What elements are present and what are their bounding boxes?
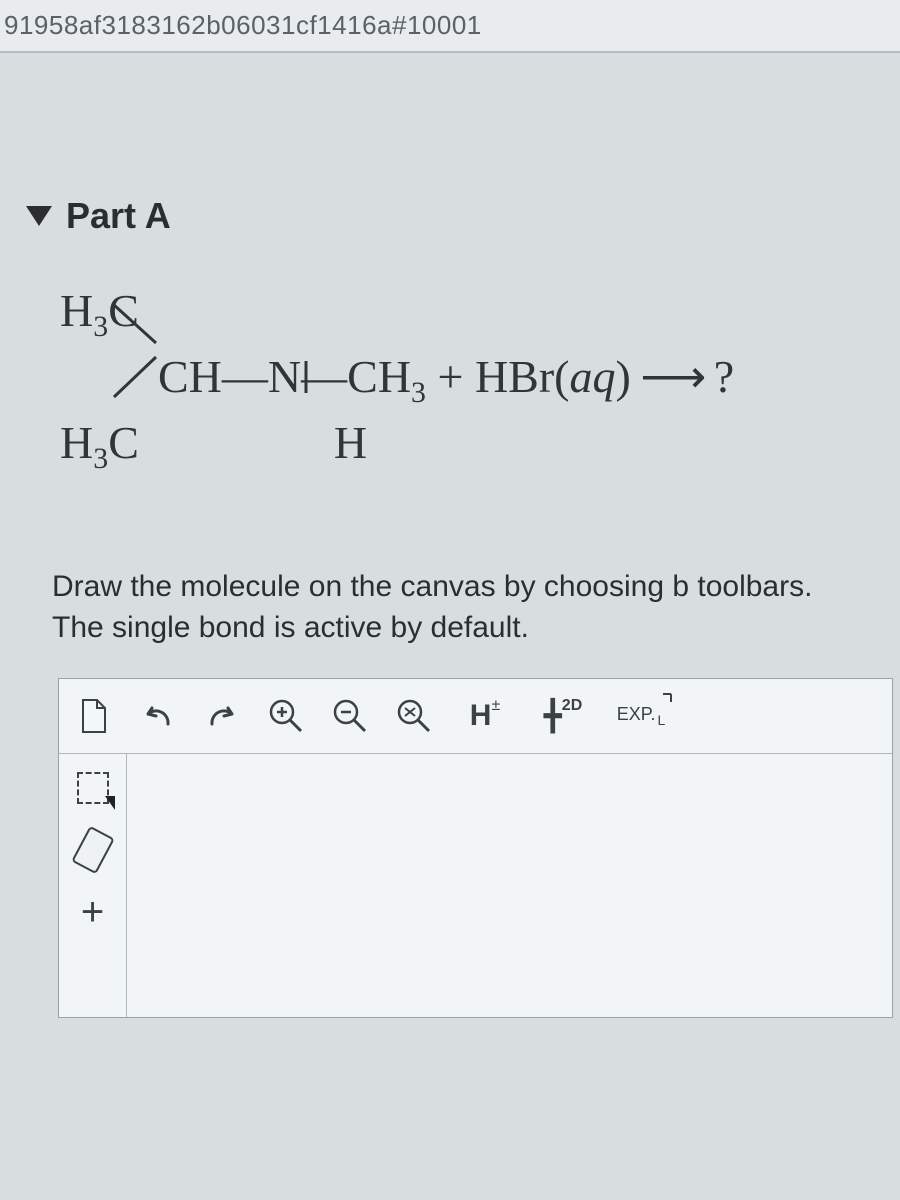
eq-bottom-left-group: H3C (60, 417, 139, 468)
molecule-editor: H± ╋2D EXP.L + (58, 678, 893, 1018)
expand-sub: L (655, 712, 665, 728)
zoom-in-icon (267, 697, 305, 735)
editor-left-toolbar: + (59, 754, 127, 1017)
collapse-triangle-icon[interactable] (26, 206, 52, 226)
eq-bond1: — (222, 351, 268, 402)
part-title: Part A (66, 195, 171, 237)
undo-button[interactable] (129, 688, 187, 744)
editor-top-toolbar: H± ╋2D EXP.L (59, 679, 892, 754)
marquee-icon (77, 772, 109, 804)
eq-n: N (268, 351, 301, 402)
eq-n-h: H (334, 417, 367, 468)
marquee-select-button[interactable] (65, 760, 121, 816)
zoom-out-button[interactable] (321, 688, 379, 744)
eq-plus: + (426, 351, 475, 402)
reaction-equation: H3C CH—N—CH3 + HBr(aq) ⟶ ? H3C H (0, 261, 900, 507)
url-fragment: 91958af3183162b06031cf1416a#10001 (0, 0, 900, 53)
eq-product: ? (714, 351, 734, 402)
zoom-in-button[interactable] (257, 688, 315, 744)
eq-ch3: CH3 (347, 351, 426, 402)
zoom-reset-button[interactable] (385, 688, 443, 744)
hydrogen-toggle-button[interactable]: H± (449, 688, 521, 744)
content-area: Part A H3C CH—N—CH3 + HBr(aq) ⟶ ? H3C H … (0, 163, 900, 1018)
eraser-icon (71, 826, 115, 874)
expand-corner-icon (661, 692, 675, 706)
eq-top-left-group: H3C (60, 285, 139, 336)
view-2d-cross-icon: ╋ (544, 699, 562, 734)
expand-button[interactable]: EXP.L (605, 688, 677, 744)
view-2d-button[interactable]: ╋2D (527, 688, 599, 744)
zoom-reset-icon (395, 697, 433, 735)
eq-bond2: — (301, 351, 347, 402)
eq-ch: CH (158, 351, 222, 402)
hydrogen-toggle-pm: ± (491, 697, 500, 715)
hydrogen-toggle-label: H (470, 699, 492, 733)
view-2d-sup: 2D (562, 697, 582, 715)
add-button[interactable]: + (65, 884, 121, 940)
part-header[interactable]: Part A (0, 163, 900, 261)
eq-arrow: ⟶ (631, 351, 714, 402)
redo-icon (202, 700, 242, 732)
zoom-out-icon (331, 697, 369, 735)
expand-label: EXP. (617, 704, 656, 725)
eraser-button[interactable] (65, 822, 121, 878)
new-document-icon (79, 698, 109, 734)
plus-icon: + (81, 892, 104, 932)
redo-button[interactable] (193, 688, 251, 744)
new-document-button[interactable] (65, 688, 123, 744)
instructions-text: Draw the molecule on the canvas by choos… (0, 507, 900, 672)
eq-reagent: HBr(aq) (475, 351, 631, 402)
undo-icon (138, 700, 178, 732)
